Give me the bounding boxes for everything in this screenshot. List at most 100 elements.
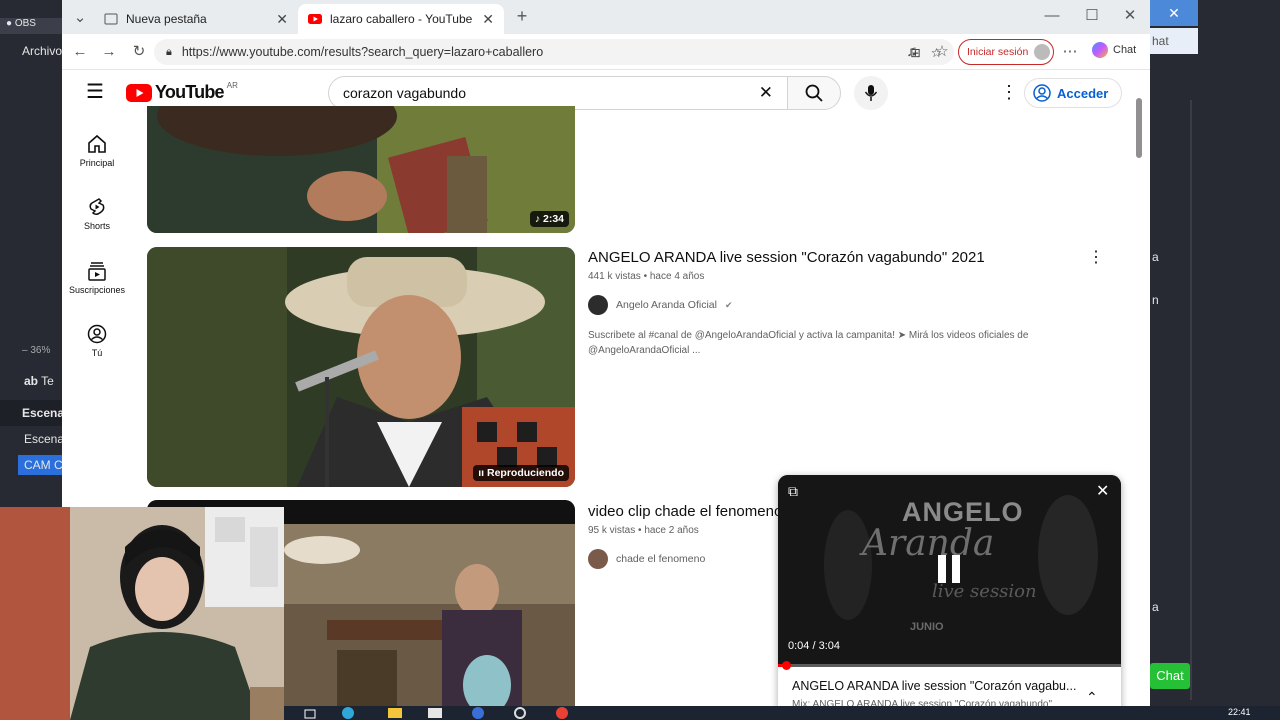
- settings-more-icon[interactable]: ⋮: [1000, 82, 1018, 102]
- expand-miniplayer-icon[interactable]: ⧉: [788, 483, 798, 500]
- thumbnail-image: [147, 247, 575, 487]
- taskbar: 22:41: [284, 706, 1280, 720]
- youtube-favicon-icon: [308, 14, 322, 24]
- obs-zoom-value: 36%: [30, 345, 51, 356]
- taskview-icon[interactable]: [304, 707, 316, 719]
- webcam-image: [0, 507, 284, 720]
- signin-label: Iniciar sesión: [967, 46, 1029, 58]
- tab-bar: ⌄ Nueva pestaña ✕ lazaro caballero - You…: [62, 0, 1150, 34]
- channel-link[interactable]: Angelo Aranda Oficial ✔: [588, 295, 733, 315]
- edge-icon[interactable]: [342, 707, 354, 719]
- obs-logo-icon: ●: [6, 18, 13, 29]
- video-more-icon[interactable]: ⋮: [1088, 247, 1104, 267]
- video-thumbnail[interactable]: ♪ 2:34: [147, 106, 575, 233]
- obs-scene-item[interactable]: Escena: [0, 432, 62, 446]
- close-icon[interactable]: ✕: [1150, 0, 1198, 26]
- clock[interactable]: 22:41: [1228, 707, 1251, 717]
- menu-icon[interactable]: ☰: [86, 82, 104, 102]
- guide-item-subscriptions[interactable]: Suscripciones: [62, 261, 132, 295]
- minimize-icon[interactable]: —: [1042, 6, 1062, 26]
- close-miniplayer-icon[interactable]: ✕: [1096, 481, 1109, 501]
- scrollbar-thumb[interactable]: [1136, 98, 1142, 158]
- obs-tab-label: OBS: [14, 18, 36, 29]
- copilot-chat-button[interactable]: Chat: [1092, 42, 1136, 58]
- close-window-icon[interactable]: ✕: [1120, 6, 1140, 26]
- store-icon[interactable]: [428, 708, 442, 718]
- maximize-icon[interactable]: ☐: [1082, 6, 1102, 26]
- guide-label: Shorts: [83, 221, 110, 231]
- guide-item-principal[interactable]: Principal: [62, 134, 132, 168]
- page-icon: [104, 13, 118, 25]
- obs-scene-cam[interactable]: CAM C: [18, 455, 62, 475]
- favorites-icon[interactable]: ☆: [932, 42, 952, 62]
- progress-scrubber[interactable]: [781, 661, 791, 670]
- obs-source-text-label: Te: [41, 374, 54, 388]
- upload-age: hace 2 años: [644, 525, 699, 536]
- overlay-month: JUNIO: [910, 621, 944, 633]
- close-tab-icon[interactable]: ✕: [482, 11, 494, 28]
- home-icon: [88, 134, 106, 153]
- search-box[interactable]: corazon vagabundo ✕: [328, 76, 788, 110]
- text-source-icon: ab: [24, 374, 39, 388]
- obs-left-panel: ● OBS Archivo – 36% ab Te Escena Escena …: [0, 0, 62, 507]
- chrome-icon[interactable]: [556, 707, 568, 719]
- obs-tab[interactable]: ● OBS: [0, 18, 62, 34]
- tab-youtube[interactable]: lazaro caballero - YouTube ✕: [298, 4, 504, 34]
- back-icon[interactable]: ←: [70, 42, 90, 62]
- close-tab-icon[interactable]: ✕: [276, 11, 288, 28]
- media-icon[interactable]: ♫: [902, 42, 922, 62]
- new-tab-icon[interactable]: +: [512, 6, 532, 26]
- logo-text: YouTube: [155, 82, 225, 102]
- microphone-icon: [864, 85, 878, 101]
- channel-name: chade el fenomeno: [616, 553, 706, 565]
- chevron-up-icon[interactable]: ⌃: [1086, 689, 1098, 706]
- video-thumbnail[interactable]: ıı Reproduciendo: [147, 247, 575, 487]
- shorts-note-icon: ♪: [534, 213, 541, 225]
- obs-right-text: a: [1152, 600, 1159, 614]
- tab-new[interactable]: Nueva pestaña ✕: [94, 4, 298, 34]
- miniplayer-video[interactable]: ANGELO Aranda live session JUNIO ⧉ ✕ 0:0…: [778, 475, 1121, 670]
- search-button[interactable]: [787, 76, 841, 110]
- more-icon[interactable]: ⋯: [1060, 42, 1080, 62]
- acceder-button[interactable]: Acceder: [1024, 78, 1122, 108]
- lock-icon: 🔒︎: [166, 45, 172, 58]
- forward-icon[interactable]: →: [99, 42, 119, 62]
- video-title[interactable]: video clip chade el fenomeno: [588, 503, 782, 520]
- verified-icon: ✔: [724, 299, 733, 310]
- file-explorer-icon[interactable]: [388, 708, 402, 718]
- obs-chat-button[interactable]: Chat: [1150, 663, 1190, 689]
- channel-link[interactable]: chade el fenomeno: [588, 549, 705, 569]
- miniplayer-title: ANGELO ARANDA live session "Corazón vaga…: [792, 679, 1077, 693]
- signin-button[interactable]: Iniciar sesión: [958, 39, 1054, 65]
- address-bar[interactable]: 🔒︎ https://www.youtube.com/results?searc…: [154, 39, 954, 65]
- obs-chat-tab[interactable]: hat: [1150, 28, 1198, 54]
- channel-avatar: [588, 549, 608, 569]
- miniplayer[interactable]: ANGELO Aranda live session JUNIO ⧉ ✕ 0:0…: [778, 475, 1121, 720]
- reload-icon[interactable]: ↻: [129, 42, 149, 62]
- chat-label: Chat: [1113, 44, 1137, 56]
- pause-icon[interactable]: [936, 555, 962, 588]
- tab-actions-chevron-icon[interactable]: ⌄: [70, 8, 90, 28]
- minus-icon[interactable]: –: [22, 345, 28, 356]
- obs-taskbar-icon[interactable]: [514, 707, 526, 719]
- app-icon[interactable]: [472, 707, 484, 719]
- account-icon: [1033, 84, 1051, 102]
- acceder-label: Acceder: [1057, 85, 1109, 101]
- guide-item-shorts[interactable]: Shorts: [62, 197, 132, 231]
- channel-name: Angelo Aranda Oficial: [616, 299, 717, 311]
- clear-search-icon[interactable]: ✕: [759, 83, 773, 103]
- search-input[interactable]: corazon vagabundo: [343, 85, 466, 101]
- progress-bar[interactable]: [778, 664, 1121, 667]
- obs-source-text[interactable]: ab Te: [0, 374, 62, 388]
- youtube-logo[interactable]: YouTube AR: [126, 81, 238, 103]
- equalizer-icon: ıı: [478, 467, 485, 479]
- tab-label: lazaro caballero - YouTube: [330, 12, 473, 26]
- obs-zoom: – 36%: [0, 345, 62, 356]
- video-meta: 441 k vistas • hace 4 años: [588, 271, 705, 282]
- guide-item-you[interactable]: Tú: [62, 324, 132, 358]
- voice-search-button[interactable]: [854, 76, 888, 110]
- video-title[interactable]: ANGELO ARANDA live session "Corazón vaga…: [588, 249, 985, 266]
- obs-right-panel: ✕ hat a n a Chat: [1150, 0, 1280, 720]
- guide-label: Suscripciones: [68, 285, 126, 295]
- obs-menu-archivo[interactable]: Archivo: [0, 44, 62, 58]
